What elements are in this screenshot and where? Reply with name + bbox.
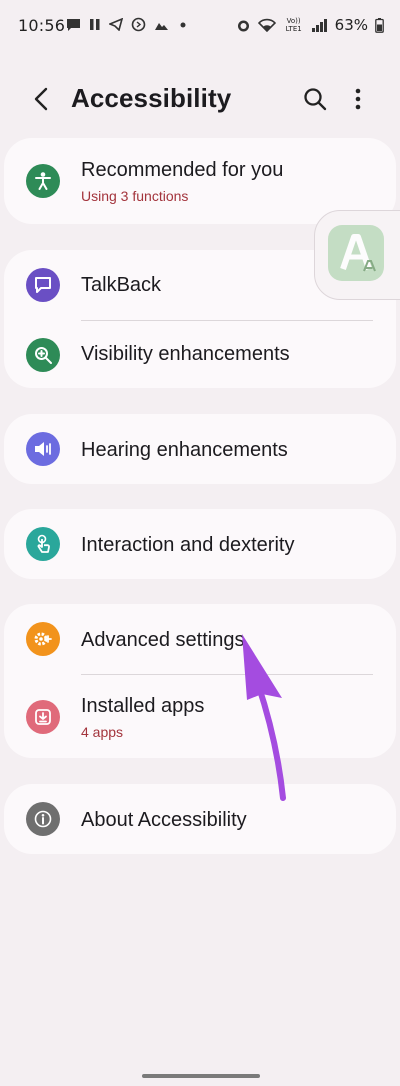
visibility-title: Visibility enhancements bbox=[81, 343, 290, 365]
alarm-icon bbox=[236, 18, 251, 33]
interaction-card: Interaction and dexterity bbox=[4, 509, 396, 579]
info-icon bbox=[26, 802, 60, 836]
interaction-title: Interaction and dexterity bbox=[81, 534, 295, 556]
network-label: Vo)) LTE1 bbox=[285, 17, 302, 33]
talkback-icon bbox=[26, 268, 60, 302]
volume-icon bbox=[26, 432, 60, 466]
accessibility-text-bubble-icon bbox=[328, 225, 384, 281]
about-accessibility-title: About Accessibility bbox=[81, 809, 247, 831]
hearing-item[interactable]: Hearing enhancements bbox=[4, 414, 396, 484]
more-options-button[interactable] bbox=[344, 82, 372, 116]
arrow-back-icon bbox=[34, 87, 48, 111]
download-box-icon bbox=[26, 700, 60, 734]
talkback-title: TalkBack bbox=[81, 274, 162, 296]
telegram-icon bbox=[109, 18, 123, 31]
touch-hand-icon bbox=[26, 527, 60, 561]
about-accessibility-item[interactable]: About Accessibility bbox=[4, 784, 396, 854]
accessibility-person-icon bbox=[26, 164, 60, 198]
message-icon bbox=[66, 18, 81, 32]
page-title: Accessibility bbox=[71, 83, 232, 113]
recommended-title: Recommended for you bbox=[81, 159, 284, 181]
status-bar: 10:56 Vo)) LTE1 63% bbox=[0, 0, 400, 50]
system-status-icons: Vo)) LTE1 63% bbox=[236, 16, 384, 34]
search-button[interactable] bbox=[298, 82, 332, 116]
installed-apps-title: Installed apps bbox=[81, 695, 205, 717]
notification-icons bbox=[66, 17, 188, 32]
floating-accessibility-button[interactable] bbox=[314, 210, 400, 300]
dot-icon bbox=[178, 20, 188, 30]
back-button[interactable] bbox=[24, 82, 58, 116]
battery-icon bbox=[375, 17, 384, 33]
interaction-item[interactable]: Interaction and dexterity bbox=[4, 509, 396, 579]
zoom-in-icon bbox=[26, 338, 60, 372]
battery-level: 63% bbox=[334, 16, 368, 34]
status-time: 10:56 bbox=[18, 16, 66, 35]
advanced-gear-icon bbox=[26, 622, 60, 656]
hearing-title: Hearing enhancements bbox=[81, 439, 288, 461]
installed-apps-item[interactable]: Installed apps 4 apps bbox=[4, 675, 396, 758]
visibility-item[interactable]: Visibility enhancements bbox=[4, 321, 396, 388]
wifi-icon bbox=[257, 18, 276, 32]
recommended-subtitle: Using 3 functions bbox=[81, 188, 189, 204]
pause-icon bbox=[89, 18, 101, 31]
advanced-card: Advanced settings Installed apps 4 apps bbox=[4, 604, 396, 758]
landscape-icon bbox=[154, 18, 170, 31]
installed-apps-subtitle: 4 apps bbox=[81, 724, 124, 740]
hearing-card: Hearing enhancements bbox=[4, 414, 396, 484]
advanced-settings-title: Advanced settings bbox=[81, 629, 245, 651]
app-bar: Accessibility bbox=[0, 70, 400, 132]
timer-icon bbox=[131, 17, 146, 32]
search-icon bbox=[304, 88, 327, 111]
advanced-settings-item[interactable]: Advanced settings bbox=[4, 604, 396, 674]
signal-icon bbox=[311, 18, 328, 32]
about-card: About Accessibility bbox=[4, 784, 396, 854]
more-vert-icon bbox=[355, 88, 361, 110]
gesture-bar[interactable] bbox=[142, 1074, 260, 1078]
